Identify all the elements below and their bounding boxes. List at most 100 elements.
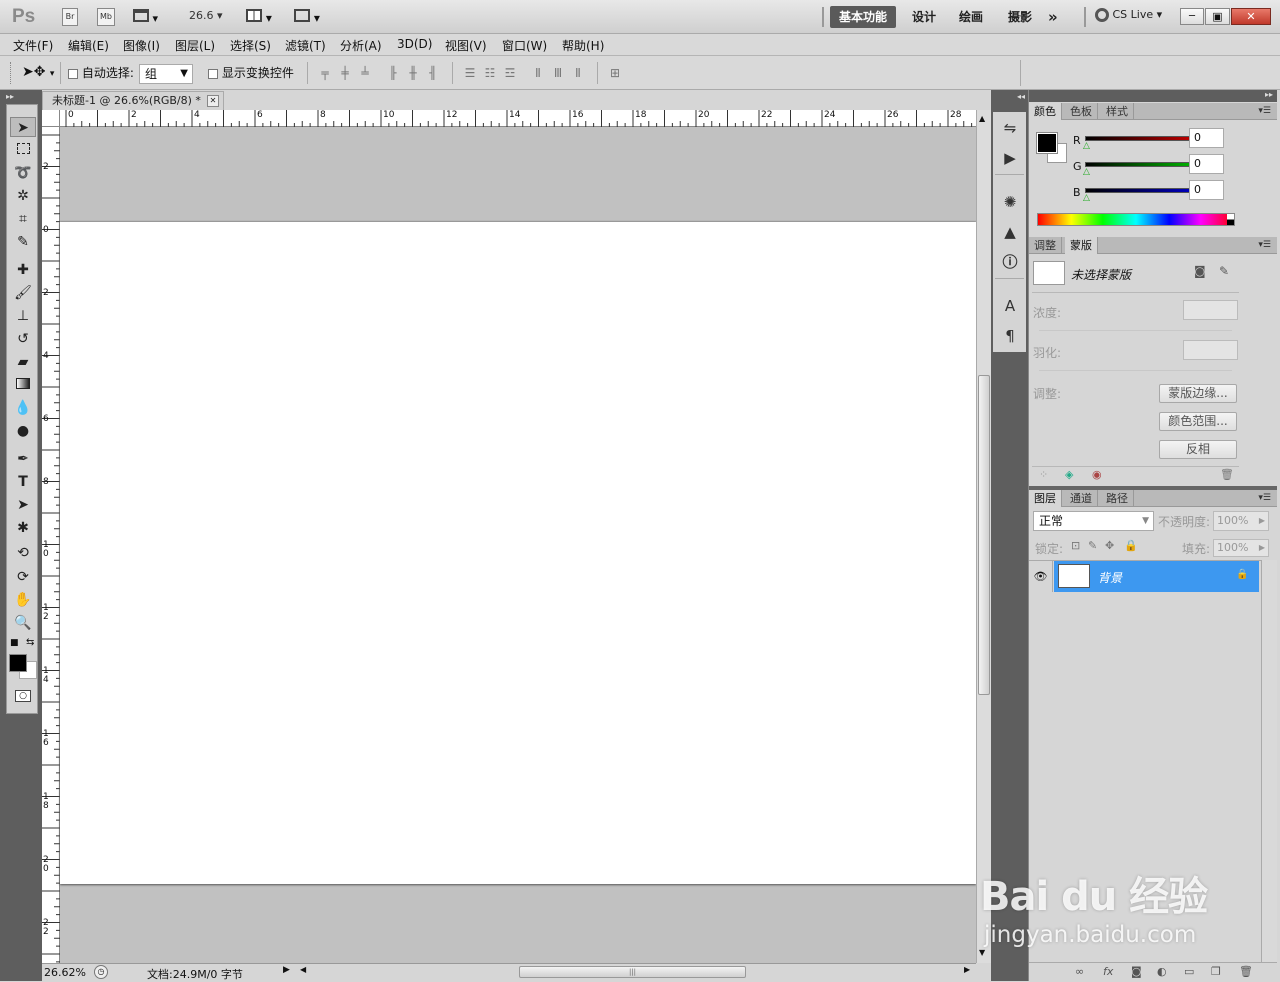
menu-edit[interactable]: 编辑(E) bbox=[68, 37, 109, 54]
menu-view[interactable]: 视图(V) bbox=[445, 37, 487, 54]
type-tool[interactable]: T bbox=[10, 472, 36, 492]
distribute-vertical-center-icon[interactable]: ☷ bbox=[483, 66, 497, 80]
lock-all-icon[interactable]: 🔒 bbox=[1124, 539, 1138, 552]
auto-align-layers-icon[interactable]: ⊞ bbox=[608, 66, 622, 80]
panel-menu-icon[interactable]: ▾☰ bbox=[1258, 106, 1271, 116]
ruler-origin[interactable] bbox=[42, 110, 60, 127]
distribute-bottom-icon[interactable]: ☲ bbox=[503, 66, 517, 80]
show-transform-checkbox[interactable] bbox=[208, 68, 218, 79]
custom-shape-tool[interactable]: ✱ bbox=[10, 518, 36, 538]
fill-field[interactable]: 100% ▶ bbox=[1213, 539, 1269, 557]
navigator-panel-icon[interactable]: ✺ bbox=[999, 192, 1021, 212]
info-panel-icon[interactable]: ⓘ bbox=[999, 252, 1021, 272]
vertical-ruler[interactable]: 2 0 2 4 6 8 1 0 1 2 1 4 1 6 1 8 2 0 2 2 bbox=[42, 127, 60, 963]
feather-slider[interactable] bbox=[1039, 370, 1232, 371]
align-bottom-icon[interactable]: ╧ bbox=[358, 66, 372, 80]
layers-scrollbar[interactable] bbox=[1261, 560, 1277, 962]
document-canvas[interactable] bbox=[60, 222, 976, 884]
link-layers-icon[interactable]: ∞ bbox=[1075, 965, 1084, 978]
quick-mask-button[interactable]: ○ bbox=[15, 690, 31, 702]
tab-adjustments[interactable]: 调整 bbox=[1029, 237, 1062, 254]
layer-row[interactable]: 👁 背景 🔒 bbox=[1029, 561, 1261, 592]
lock-position-icon[interactable]: ✥ bbox=[1105, 539, 1114, 552]
histogram-panel-icon[interactable]: ▲ bbox=[999, 222, 1021, 242]
load-selection-icon[interactable]: ⁘ bbox=[1039, 468, 1048, 481]
invert-button[interactable]: 反相 bbox=[1159, 440, 1237, 459]
minimize-button[interactable]: ─ bbox=[1180, 8, 1204, 25]
auto-select-checkbox[interactable] bbox=[68, 68, 78, 79]
eyedropper-tool[interactable]: ✎ bbox=[10, 232, 36, 252]
character-panel-icon[interactable]: A bbox=[999, 296, 1021, 316]
foreground-color-swatch[interactable] bbox=[9, 654, 27, 672]
dodge-tool[interactable]: ● bbox=[10, 421, 36, 441]
tab-swatches[interactable]: 色板 bbox=[1065, 103, 1098, 120]
tab-color[interactable]: 颜色 bbox=[1029, 103, 1062, 120]
new-group-icon[interactable]: ▭ bbox=[1184, 965, 1194, 978]
zoom-level-dropdown[interactable]: 26.6 ▾ bbox=[189, 9, 223, 22]
blur-tool[interactable]: 💧 bbox=[10, 398, 36, 418]
close-icon[interactable]: ✕ bbox=[207, 95, 219, 107]
adjustment-layer-icon[interactable]: ◐ bbox=[1157, 965, 1167, 978]
apply-mask-icon[interactable]: ◈ bbox=[1065, 468, 1073, 481]
path-selection-tool[interactable]: ➤ bbox=[10, 495, 36, 515]
add-mask-icon[interactable]: ◙ bbox=[1131, 965, 1142, 978]
menu-file[interactable]: 文件(F) bbox=[13, 37, 53, 54]
3d-rotate-tool[interactable]: ⟲ bbox=[10, 543, 36, 563]
horizontal-scroll-thumb[interactable]: ||| bbox=[519, 966, 746, 978]
density-slider[interactable] bbox=[1039, 330, 1232, 331]
distribute-left-icon[interactable]: Ⅱ bbox=[531, 66, 545, 80]
healing-brush-tool[interactable]: ✚ bbox=[10, 260, 36, 280]
red-channel-value[interactable]: 0 bbox=[1189, 128, 1224, 148]
horizontal-ruler[interactable]: 0 2 4 6 8 10 12 14 16 18 20 22 24 26 28 bbox=[60, 110, 977, 127]
marquee-tool[interactable] bbox=[10, 140, 36, 160]
paragraph-panel-icon[interactable]: ¶ bbox=[999, 326, 1021, 346]
slider-handle-icon[interactable]: △ bbox=[1083, 167, 1090, 177]
auto-select-option[interactable]: 自动选择: bbox=[68, 64, 134, 81]
actions-panel-icon[interactable]: ▶ bbox=[999, 148, 1021, 168]
tab-layers[interactable]: 图层 bbox=[1029, 490, 1062, 507]
color-range-button[interactable]: 颜色范围... bbox=[1159, 412, 1237, 431]
add-vector-mask-icon[interactable]: ✎ bbox=[1219, 264, 1229, 278]
show-transform-option[interactable]: 显示变换控件 bbox=[208, 64, 294, 81]
trash-icon[interactable]: 🗑 bbox=[1239, 965, 1253, 978]
status-zoom-field[interactable]: 26.62% bbox=[44, 966, 86, 979]
swap-colors-icon[interactable]: ⇆ bbox=[26, 637, 34, 648]
lasso-tool[interactable]: ➰ bbox=[10, 163, 36, 183]
status-preview-icon[interactable]: ◷ bbox=[94, 965, 108, 979]
mask-thumbnail[interactable] bbox=[1033, 261, 1065, 285]
menu-image[interactable]: 图像(I) bbox=[123, 37, 160, 54]
document-tab[interactable]: 未标题-1 @ 26.6%(RGB/8) * ✕ bbox=[42, 91, 224, 110]
move-tool[interactable]: ➤ bbox=[10, 117, 36, 137]
menu-window[interactable]: 窗口(W) bbox=[502, 37, 547, 54]
cs-live-dropdown[interactable]: CS Live ▾ bbox=[1095, 8, 1162, 22]
feather-field[interactable] bbox=[1183, 340, 1238, 360]
tab-masks[interactable]: 蒙版 bbox=[1065, 237, 1098, 254]
eraser-tool[interactable]: ▰ bbox=[10, 352, 36, 372]
trash-icon[interactable]: 🗑 bbox=[1220, 468, 1234, 481]
mini-bridge-button[interactable]: Mb bbox=[97, 8, 115, 26]
default-colors-icon[interactable]: ■ bbox=[10, 638, 19, 648]
tab-styles[interactable]: 样式 bbox=[1101, 103, 1134, 120]
mask-edge-button[interactable]: 蒙版边缘... bbox=[1159, 384, 1237, 403]
screen-mode-dropdown[interactable]: ▾ bbox=[294, 9, 328, 25]
3d-orbit-tool[interactable]: ⟳ bbox=[10, 567, 36, 587]
tool-preset-picker[interactable]: ➤✥ ▾ bbox=[22, 64, 54, 80]
menu-filter[interactable]: 滤镜(T) bbox=[285, 37, 326, 54]
panel-menu-icon[interactable]: ▾☰ bbox=[1258, 493, 1271, 503]
vertical-scroll-thumb[interactable] bbox=[978, 375, 990, 695]
align-vertical-center-icon[interactable]: ╪ bbox=[338, 66, 352, 80]
tab-paths[interactable]: 路径 bbox=[1101, 490, 1134, 507]
more-workspaces-button[interactable]: » bbox=[1048, 6, 1058, 28]
lock-transparent-icon[interactable]: ⊡ bbox=[1071, 539, 1080, 552]
panel-menu-icon[interactable]: ▾☰ bbox=[1258, 240, 1271, 250]
crop-tool[interactable]: ⌗ bbox=[10, 209, 36, 229]
menu-layer[interactable]: 图层(L) bbox=[175, 37, 215, 54]
history-brush-tool[interactable]: ↺ bbox=[10, 329, 36, 349]
pen-tool[interactable]: ✒ bbox=[10, 449, 36, 469]
expand-dock-icon[interactable]: ◂◂ bbox=[1017, 92, 1025, 101]
maximize-button[interactable]: ▣ bbox=[1205, 8, 1230, 25]
distribute-horizontal-center-icon[interactable]: Ⅲ bbox=[551, 66, 565, 80]
tab-channels[interactable]: 通道 bbox=[1065, 490, 1098, 507]
distribute-right-icon[interactable]: Ⅱ bbox=[571, 66, 585, 80]
gradient-tool[interactable] bbox=[10, 375, 36, 395]
